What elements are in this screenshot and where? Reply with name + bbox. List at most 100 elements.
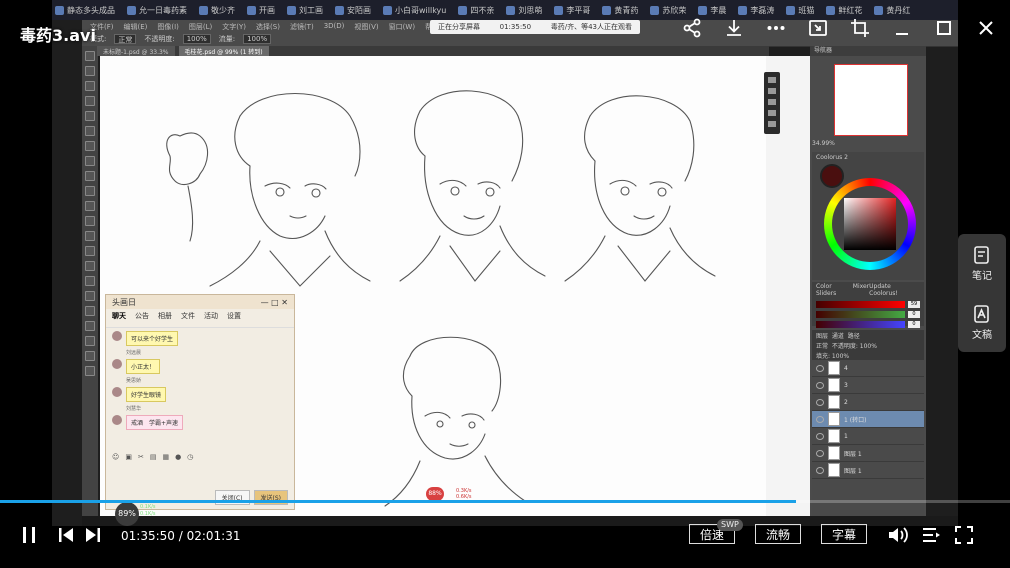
- recorded-task-item: 允一日毒药素: [124, 5, 190, 16]
- ps-menu-item: 3D(D): [323, 22, 345, 30]
- volume-icon: [889, 527, 908, 543]
- ps-right-panels: 导航器 34.99% Coolorus 2 Color Sliders Mixe…: [810, 46, 926, 516]
- ps-menu: 文件(F) 编辑(E) 图像(I) 图层(L) 文字(Y) 选择(S) 滤镜(T) 3D(D)…: [82, 22, 450, 32]
- ps-tool-icon: [85, 321, 95, 331]
- app-icon: [458, 5, 468, 15]
- ps-menu-item: 窗口(W): [388, 23, 416, 31]
- qq-chat-window: 头画日 — □ ✕ 聊天 公告 相册 文件 活动 设置 可以来个好学生 刘远晨 小正太！ 吴思娇…: [105, 294, 295, 510]
- skip-back-icon: [59, 528, 73, 542]
- blue-slider: 0: [816, 321, 920, 328]
- doc-tab-active: 毛桂花.psd @ 99% (1 转到): [178, 46, 269, 56]
- layer-row: 1 (转口): [812, 411, 924, 428]
- ps-tool-icon: [85, 276, 95, 286]
- time-display: 01:35:50 / 02:01:31: [121, 529, 240, 543]
- speed-stats: 0.3K/s 0.6K/s: [456, 488, 472, 500]
- chat-message: 小正太！: [106, 356, 294, 377]
- layer-list: 4 3 2 1 (转口) 1 图层 1 图层 1: [812, 360, 924, 479]
- speed-badge: 88%: [426, 487, 444, 501]
- green-slider: 0: [816, 311, 920, 318]
- message-bubble: 戒酒 学霸+声速: [126, 415, 184, 430]
- pip-icon[interactable]: [806, 16, 830, 40]
- ps-option: 不透明度:: [144, 35, 175, 43]
- doc-tab: 未标题-1.psd @ 33.3%: [97, 46, 175, 56]
- message-bubble: 可以来个好学生: [126, 331, 179, 346]
- visibility-icon: [816, 398, 824, 406]
- avatar: [112, 359, 122, 369]
- layer-row: 4: [812, 360, 924, 377]
- message-bubble: 好学生眼镜: [126, 387, 167, 402]
- folder-icon: ▤: [149, 453, 157, 461]
- next-button[interactable]: [82, 524, 104, 546]
- layers-tab: 图层: [816, 333, 829, 340]
- color-wheel: [824, 178, 916, 270]
- layer-row: 3: [812, 377, 924, 394]
- visibility-icon: [816, 466, 824, 474]
- transcript-label: 文稿: [972, 330, 992, 341]
- pause-button[interactable]: [18, 524, 40, 546]
- minimize-icon[interactable]: [890, 16, 914, 40]
- ps-tool-icon: [85, 51, 95, 61]
- recorded-task-item: 鲜红花: [823, 5, 865, 16]
- avatar: [112, 387, 122, 397]
- volume-button[interactable]: [887, 524, 909, 546]
- maximize-icon[interactable]: [932, 16, 956, 40]
- share-icon[interactable]: [680, 16, 704, 40]
- tool-icon: [768, 121, 776, 127]
- visibility-icon: [816, 381, 824, 389]
- progress-bar[interactable]: [0, 500, 1010, 503]
- quality-button[interactable]: 流畅: [755, 524, 801, 544]
- tool-icon: [768, 88, 776, 94]
- fullscreen-button[interactable]: [953, 524, 975, 546]
- download-icon[interactable]: [722, 16, 746, 40]
- ps-tool-icon: [85, 171, 95, 181]
- layer-row: 图层 1: [812, 445, 924, 462]
- avatar: [112, 415, 122, 425]
- app-icon: [554, 5, 564, 15]
- channels-tab: 通道: [831, 333, 844, 340]
- video-frame[interactable]: 静态多头成品 允一日毒药素 敬少齐 开画 刘工画 安陌画 小白哥willkyu 四不亲 刘思萌李…: [52, 0, 958, 526]
- layer-name: 4: [844, 364, 848, 372]
- ps-option: 正常: [114, 34, 137, 44]
- skip-forward-icon: [86, 528, 100, 542]
- layer-thumbnail: [828, 378, 840, 392]
- sliders-tab: Color Sliders: [816, 283, 837, 297]
- emoji-icon: ☺: [112, 453, 120, 461]
- ps-tool-icon: [85, 111, 95, 121]
- app-icon: [874, 5, 884, 15]
- app-icon: [506, 5, 516, 15]
- more-icon[interactable]: [764, 16, 788, 40]
- notes-button[interactable]: 笔记: [972, 245, 992, 282]
- recorded-task-item: 李平哥: [551, 5, 593, 16]
- layer-name: 1 (转口): [844, 416, 867, 424]
- previous-button[interactable]: [55, 524, 77, 546]
- app-icon: [287, 5, 296, 15]
- close-icon[interactable]: [974, 16, 998, 40]
- scissors-icon: ✂: [137, 453, 144, 461]
- ps-tool-icon: [85, 66, 95, 76]
- subtitle-button[interactable]: 字幕: [821, 524, 867, 544]
- sender-name: 刘远晨: [126, 350, 142, 356]
- mixer-tab: Mixer: [852, 283, 870, 290]
- ps-menu-item: 选择(S): [256, 23, 280, 31]
- tool-icon: [768, 99, 776, 105]
- playlist-icon: [923, 528, 940, 542]
- recorded-task-item: 李晨: [695, 5, 729, 16]
- layer-thumbnail: [828, 463, 840, 477]
- layers-panel: 图层 通道 路径 正常 不透明度: 100% 填充: 100% 4 3 2 1 (转口…: [812, 330, 924, 516]
- app-icon: [199, 5, 208, 15]
- ps-tool-icon: [85, 306, 95, 316]
- sender-name: 吴思娇: [126, 378, 142, 384]
- side-panel: 笔记 文稿: [958, 234, 1006, 352]
- app-icon: [602, 5, 612, 15]
- app-icon: [335, 5, 344, 15]
- banner-left: 正在分享屏幕: [438, 23, 480, 31]
- crop-icon[interactable]: [848, 16, 872, 40]
- saturation-square: [844, 198, 896, 250]
- playlist-button[interactable]: [920, 524, 942, 546]
- chat-input-toolbar: ☺ ▣ ✂ ▤ ▦ ● ◷: [106, 453, 294, 465]
- recorded-task-item: 刘思萌: [503, 5, 545, 16]
- app-icon: [786, 5, 796, 15]
- transcript-button[interactable]: 文稿: [972, 304, 992, 341]
- navigator-thumbnail: [834, 64, 908, 136]
- ps-tool-icon: [85, 351, 95, 361]
